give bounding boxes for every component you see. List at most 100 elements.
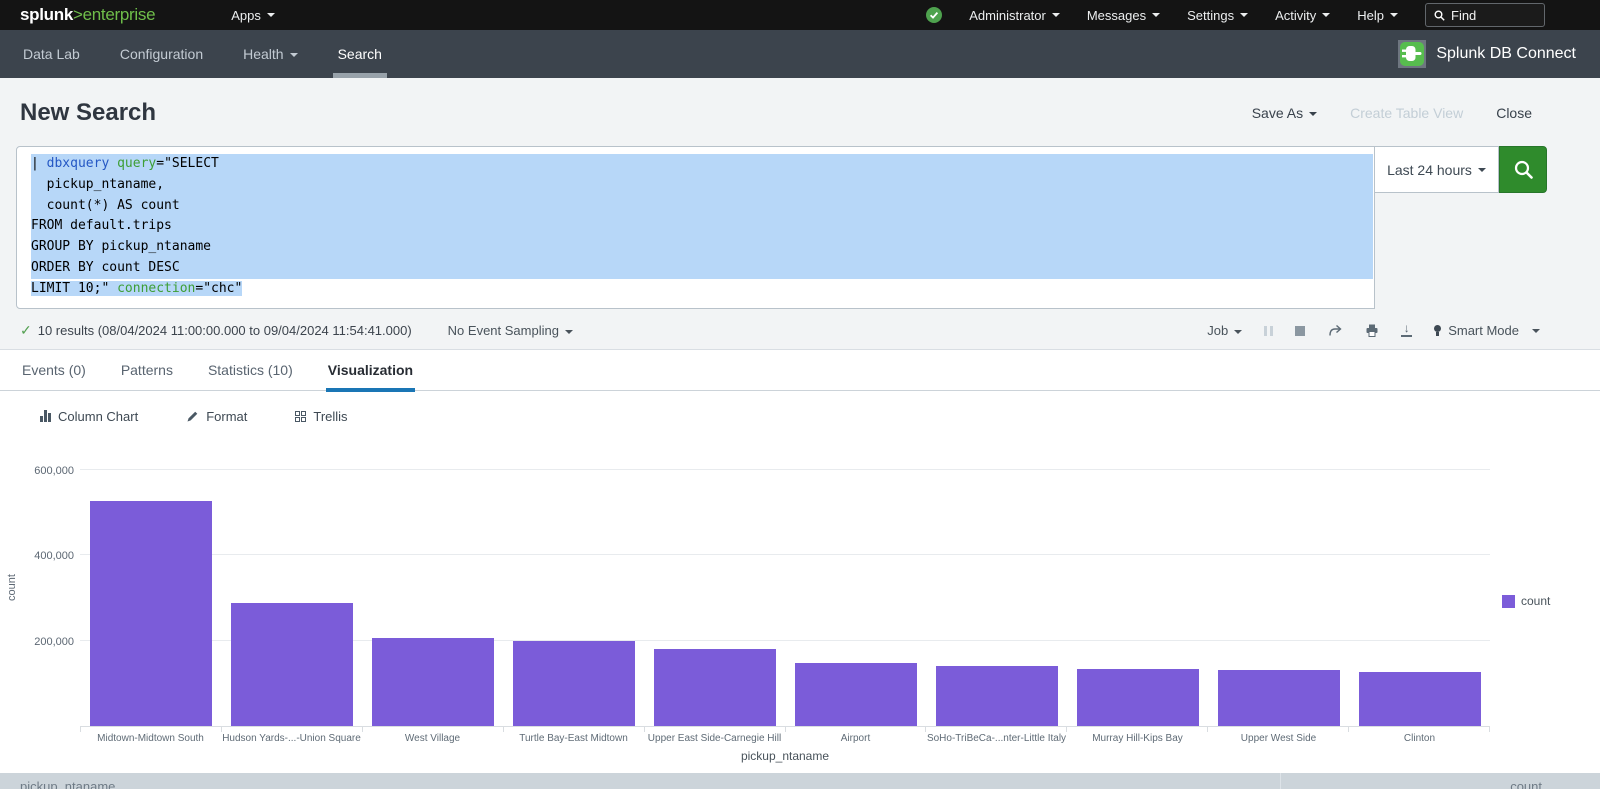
query-line: LIMIT 10;" connection="chc" [31, 279, 1373, 300]
column-chart-icon [40, 410, 51, 422]
x-axis-category-label: Turtle Bay-East Midtown [503, 733, 644, 744]
visualization-controls: Column Chart Format Trellis [0, 391, 1600, 441]
x-axis-labels: Midtown-Midtown SouthHudson Yards-...-Un… [80, 733, 1490, 744]
chart-bar[interactable] [1218, 670, 1340, 726]
logo-brand: splunk [20, 5, 73, 24]
chart-bar[interactable] [372, 638, 494, 726]
chart-bar[interactable] [936, 666, 1058, 726]
tab-events[interactable]: Events (0) [20, 349, 88, 391]
tab-statistics[interactable]: Statistics (10) [206, 349, 295, 391]
check-icon: ✓ [20, 322, 32, 339]
app-navbar: Data Lab Configuration Health Search Spl… [0, 30, 1600, 78]
tab-visualization[interactable]: Visualization [326, 349, 415, 391]
chart-type-picker[interactable]: Column Chart [40, 409, 138, 424]
x-axis-category-label: Upper East Side-Carnegie Hill [644, 733, 785, 744]
job-menu[interactable]: Job [1207, 323, 1242, 338]
query-line: GROUP BY pickup_ntaname [31, 237, 1373, 258]
query-line: count(*) AS count [31, 196, 1373, 217]
pencil-icon [186, 410, 199, 423]
x-axis-category-label: West Village [362, 733, 503, 744]
chevron-down-icon [1240, 13, 1248, 17]
health-status-icon[interactable] [926, 7, 942, 23]
smart-mode-icon [1434, 325, 1441, 336]
tab-patterns[interactable]: Patterns [119, 349, 175, 391]
stop-icon[interactable] [1295, 326, 1305, 336]
search-query-input[interactable]: | dbxquery query="SELECT pickup_ntaname,… [16, 146, 1375, 309]
table-col-pickup-ntaname[interactable]: pickup_ntaname [0, 773, 1280, 789]
table-col-count[interactable]: count [1280, 773, 1600, 789]
apps-menu-label: Apps [231, 8, 261, 23]
nav-item-health[interactable]: Health [240, 30, 300, 78]
splunk-logo[interactable]: splunk>enterprise [20, 5, 155, 25]
search-bar-row: | dbxquery query="SELECT pickup_ntaname,… [0, 142, 1600, 312]
search-mode-dropdown[interactable]: Smart Mode [1434, 323, 1540, 338]
nav-item-configuration[interactable]: Configuration [117, 30, 206, 78]
y-axis-title: count [6, 574, 18, 601]
chevron-down-icon [1234, 330, 1242, 334]
legend-label: count [1521, 594, 1550, 608]
trellis-button[interactable]: Trellis [295, 409, 347, 424]
splunk-topbar: splunk>enterprise Apps Administrator Mes… [0, 0, 1600, 30]
print-icon[interactable] [1365, 324, 1379, 337]
chart-bar[interactable] [513, 641, 635, 726]
chevron-down-icon [1532, 329, 1540, 333]
gridline [80, 469, 1490, 470]
x-axis-category-label: Airport [785, 733, 926, 744]
menu-activity[interactable]: Activity [1275, 8, 1330, 23]
download-icon[interactable]: ↓ [1401, 324, 1412, 337]
nav-item-data-lab[interactable]: Data Lab [20, 30, 83, 78]
chevron-down-icon [1152, 13, 1160, 17]
nav-item-search[interactable]: Search [335, 30, 385, 78]
query-line: pickup_ntaname, [31, 175, 1373, 196]
y-axis-tick-label: 200,000 [4, 636, 74, 648]
menu-settings[interactable]: Settings [1187, 8, 1248, 23]
chart-bar[interactable] [1359, 672, 1481, 726]
page-header: New Search Save As Create Table View Clo… [0, 78, 1600, 142]
statistics-table-header: pickup_ntaname count [0, 773, 1600, 789]
pause-icon[interactable] [1264, 326, 1273, 336]
chart-bar[interactable] [654, 649, 776, 726]
results-summary: 10 results (08/04/2024 11:00:00.000 to 0… [38, 323, 412, 338]
trellis-icon [295, 411, 306, 422]
search-icon [1514, 160, 1533, 179]
x-axis-category-label: Midtown-Midtown South [80, 733, 221, 744]
time-range-picker[interactable]: Last 24 hours [1375, 146, 1499, 193]
legend-swatch [1502, 595, 1515, 608]
x-axis-category-label: Clinton [1349, 733, 1490, 744]
event-sampling-dropdown[interactable]: No Event Sampling [448, 323, 573, 338]
chart-legend[interactable]: count [1502, 594, 1550, 608]
query-line: | dbxquery query="SELECT [31, 154, 1373, 175]
chevron-down-icon [1390, 13, 1398, 17]
y-axis-tick-label: 600,000 [4, 465, 74, 477]
chevron-down-icon [1052, 13, 1060, 17]
logo-product: >enterprise [73, 5, 155, 24]
search-button[interactable] [1499, 146, 1547, 193]
save-as-button[interactable]: Save As [1252, 105, 1317, 121]
apps-menu[interactable]: Apps [231, 8, 275, 23]
chart-bar[interactable] [1077, 669, 1199, 726]
menu-messages[interactable]: Messages [1087, 8, 1160, 23]
find-input[interactable] [1451, 8, 1531, 23]
query-line: ORDER BY count DESC [31, 258, 1373, 279]
format-button[interactable]: Format [186, 409, 247, 424]
share-icon[interactable] [1327, 324, 1343, 337]
x-axis-category-label: Hudson Yards-...-Union Square [221, 733, 362, 744]
page-title: New Search [20, 99, 156, 127]
menu-administrator[interactable]: Administrator [969, 8, 1060, 23]
search-icon [1434, 10, 1445, 21]
find-search-box[interactable] [1425, 3, 1545, 27]
column-chart: count 200,000400,000600,000 Midtown-Midt… [0, 441, 1600, 773]
menu-help[interactable]: Help [1357, 8, 1398, 23]
app-title: Splunk DB Connect [1436, 45, 1576, 63]
y-axis-tick-label: 400,000 [4, 550, 74, 562]
results-bar: ✓ 10 results (08/04/2024 11:00:00.000 to… [0, 312, 1600, 349]
chevron-down-icon [267, 13, 275, 17]
chart-bar[interactable] [90, 501, 212, 726]
chart-bar[interactable] [795, 663, 917, 726]
create-table-view-button[interactable]: Create Table View [1350, 105, 1463, 121]
x-axis-category-label: Murray Hill-Kips Bay [1067, 733, 1208, 744]
results-tabs: Events (0) Patterns Statistics (10) Visu… [0, 349, 1600, 391]
close-button[interactable]: Close [1496, 105, 1532, 121]
chart-plot-area: 200,000400,000600,000 [80, 471, 1490, 727]
chart-bar[interactable] [231, 603, 353, 726]
